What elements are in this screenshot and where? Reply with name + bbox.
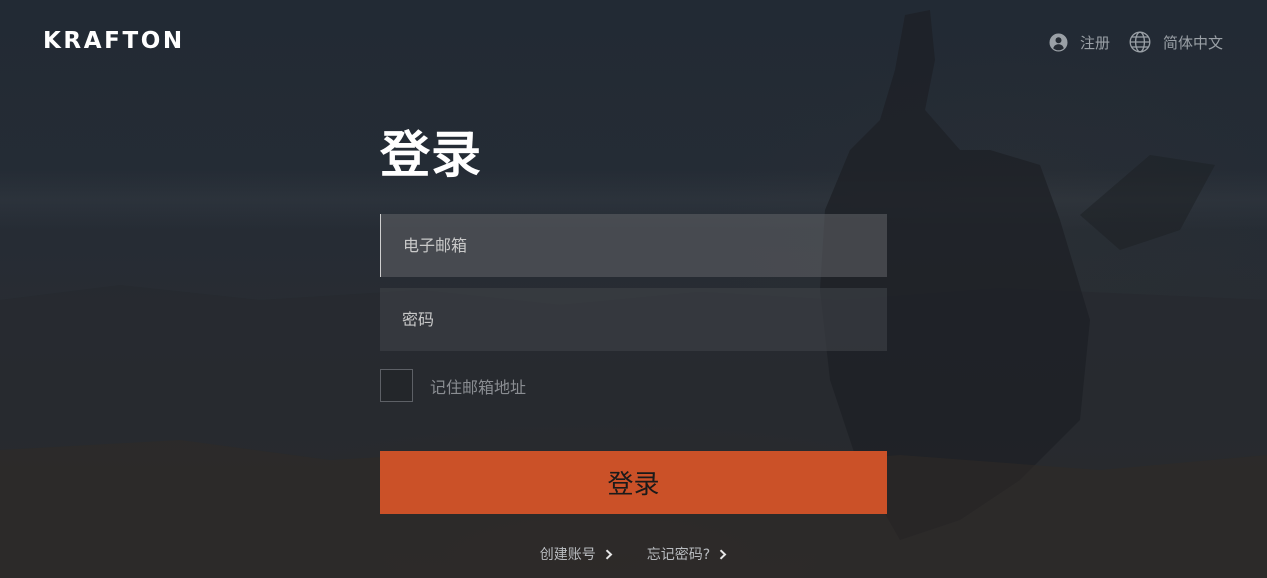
page-title: 登录 [380, 126, 482, 184]
chevron-right-icon [605, 548, 613, 560]
email-input[interactable] [380, 214, 887, 277]
register-link[interactable]: 注册 [1049, 32, 1110, 53]
krafton-logo[interactable]: KRAFTON [43, 28, 185, 54]
footer-links: 创建账号 忘记密码? [380, 544, 887, 564]
header-actions: 注册 简体中文 [1049, 31, 1223, 53]
create-account-link[interactable]: 创建账号 [540, 544, 613, 564]
remember-email-row: 记住邮箱地址 [380, 369, 887, 402]
remember-email-label[interactable]: 记住邮箱地址 [430, 374, 526, 398]
remember-email-checkbox[interactable] [380, 369, 413, 402]
forgot-password-label: 忘记密码? [646, 547, 711, 563]
user-circle-icon [1049, 33, 1068, 52]
register-label: 注册 [1079, 33, 1110, 52]
globe-icon [1129, 31, 1151, 53]
login-button[interactable]: 登录 [380, 451, 887, 514]
language-selector[interactable]: 简体中文 [1129, 31, 1223, 53]
password-input[interactable] [380, 288, 887, 351]
language-label: 简体中文 [1162, 33, 1223, 52]
create-account-label: 创建账号 [539, 547, 596, 563]
login-form: 登录 记住邮箱地址 登录 创建账号 忘记密码? [380, 120, 887, 564]
chevron-right-icon [719, 548, 727, 560]
forgot-password-link[interactable]: 忘记密码? [647, 544, 727, 564]
